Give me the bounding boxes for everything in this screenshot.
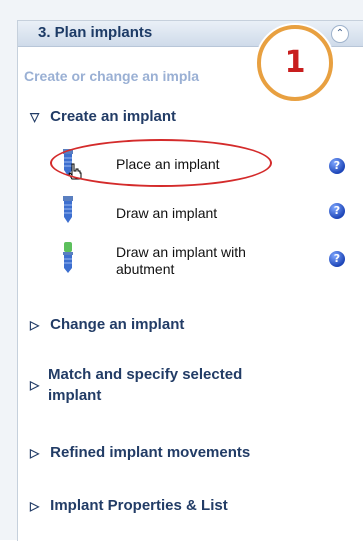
group-label: Create an implant xyxy=(50,108,177,125)
group-implant-properties[interactable]: ▷ Implant Properties & List xyxy=(30,497,228,514)
group-refined-movements[interactable]: ▷ Refined implant movements xyxy=(30,444,250,461)
group-create-implant[interactable]: ▽ Create an implant xyxy=(30,108,176,125)
triangle-right-icon: ▷ xyxy=(30,446,40,460)
plan-implants-panel: 3. Plan implants ⌃ Create or change an i… xyxy=(17,20,363,541)
panel-subtitle-link[interactable]: Create or change an impla xyxy=(24,68,199,84)
implant-blue-icon xyxy=(63,196,73,223)
draw-implant-abutment-label-line2: abutment xyxy=(116,261,175,277)
chevron-double-up-icon[interactable]: ⌃ xyxy=(331,25,349,43)
help-icon[interactable]: ? xyxy=(329,158,345,174)
draw-implant-item[interactable]: Draw an implant xyxy=(60,196,350,224)
panel-title: 3. Plan implants xyxy=(38,24,153,41)
draw-implant-label: Draw an implant xyxy=(116,205,218,221)
callout-ellipse xyxy=(50,139,272,187)
group-label-line2: implant xyxy=(48,387,102,404)
step-number-badge: 1 xyxy=(257,25,333,101)
triangle-down-icon: ▽ xyxy=(30,110,40,124)
help-icon[interactable]: ? xyxy=(329,251,345,267)
group-label: Implant Properties & List xyxy=(50,497,228,514)
help-icon[interactable]: ? xyxy=(329,203,345,219)
draw-implant-abutment-item[interactable]: Draw an implant with abutment xyxy=(60,240,350,280)
group-label-line1: Match and specify selected xyxy=(48,366,243,383)
draw-implant-abutment-label-line1: Draw an implant with xyxy=(116,244,246,260)
triangle-right-icon: ▷ xyxy=(30,378,40,392)
group-label: Change an implant xyxy=(50,316,185,333)
group-change-implant[interactable]: ▷ Change an implant xyxy=(30,316,184,333)
implant-green-abutment-icon xyxy=(63,242,73,273)
triangle-right-icon: ▷ xyxy=(30,318,40,332)
triangle-right-icon: ▷ xyxy=(30,499,40,513)
group-label: Refined implant movements xyxy=(50,444,251,461)
